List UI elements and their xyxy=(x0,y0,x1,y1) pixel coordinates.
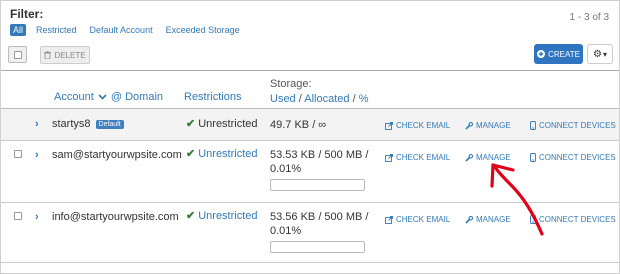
wrench-icon xyxy=(465,121,473,130)
checkbox-box xyxy=(14,51,22,59)
connect-devices-label: CONNECT DEVICES xyxy=(539,153,616,162)
filter-chip-restricted[interactable]: Restricted xyxy=(36,25,77,35)
wrench-icon xyxy=(465,215,473,224)
manage-label: MANAGE xyxy=(476,153,511,162)
filter-chip-all[interactable]: All xyxy=(10,24,27,36)
sort-desc-icon[interactable] xyxy=(98,94,107,100)
account-domain-header: Account @ Domain xyxy=(54,91,163,103)
table-row: › sam@startyourwpsite.com ✔ Unrestricted … xyxy=(1,141,619,203)
row-checkbox[interactable] xyxy=(14,212,22,220)
connect-devices-link[interactable]: CONNECT DEVICES xyxy=(530,153,616,162)
account-name: sam@startyourwpsite.com xyxy=(52,149,182,161)
storage-separator: / xyxy=(298,93,302,105)
manage-link[interactable]: MANAGE xyxy=(465,215,511,224)
trash-icon xyxy=(44,51,52,59)
storage-header: Storage: Used / Allocated / % xyxy=(270,77,369,107)
chevron-right-icon[interactable]: › xyxy=(35,118,39,130)
filter-chip-default-account[interactable]: Default Account xyxy=(90,25,153,35)
delete-button[interactable]: DELETE xyxy=(40,46,90,64)
account-name: startys8 Default xyxy=(52,118,124,130)
table-header: Account @ Domain Restrictions Storage: U… xyxy=(1,71,619,109)
gear-icon: ⚙ xyxy=(593,48,602,60)
settings-dropdown-button[interactable]: ⚙ ▾ xyxy=(587,44,613,64)
check-email-link[interactable]: CHECK EMAIL xyxy=(385,215,450,224)
check-email-label: CHECK EMAIL xyxy=(396,215,451,224)
storage-usage: 53.53 KB / 500 MB / 0.01% xyxy=(270,148,368,191)
select-all-checkbox[interactable] xyxy=(8,46,27,63)
delete-label: DELETE xyxy=(54,50,86,60)
manage-label: MANAGE xyxy=(476,215,511,224)
chevron-down-icon: ▾ xyxy=(602,49,607,59)
connect-devices-label: CONNECT DEVICES xyxy=(539,121,616,130)
check-email-link[interactable]: CHECK EMAIL xyxy=(385,153,450,162)
sort-percent-link[interactable]: % xyxy=(359,93,369,105)
account-name: info@startyourwpsite.com xyxy=(52,211,179,223)
manage-label: MANAGE xyxy=(476,121,511,130)
create-label: CREATE xyxy=(548,49,580,59)
sort-used-link[interactable]: Used xyxy=(270,93,296,105)
paging-info: 1 - 3 of 3 xyxy=(569,12,609,23)
filter-chips: All Restricted Default Account Exceeded … xyxy=(10,24,253,36)
checkmark-icon: ✔ xyxy=(186,210,196,222)
restrictions-header[interactable]: Restrictions xyxy=(184,91,241,103)
check-email-link[interactable]: CHECK EMAIL xyxy=(385,121,450,130)
plus-circle-icon xyxy=(537,50,546,58)
account-name-text: startys8 xyxy=(52,118,91,130)
checkmark-icon: ✔ xyxy=(186,148,196,160)
storage-progress-bar xyxy=(270,241,365,253)
storage-percent-text: 0.01% xyxy=(270,163,302,175)
external-link-icon xyxy=(385,153,393,162)
storage-usage: 53.56 KB / 500 MB / 0.01% xyxy=(270,210,368,253)
storage-usage-text: 53.53 KB / 500 MB / xyxy=(270,149,369,161)
storage-usage-text: 53.56 KB / 500 MB / xyxy=(270,211,369,223)
checkmark-icon: ✔ xyxy=(186,118,196,130)
connect-devices-link[interactable]: CONNECT DEVICES xyxy=(530,121,616,130)
restriction-status[interactable]: ✔ Unrestricted xyxy=(186,147,258,160)
table-row: › info@startyourwpsite.com ✔ Unrestricted… xyxy=(1,203,619,263)
filter-title: Filter: xyxy=(10,7,44,21)
chevron-right-icon[interactable]: › xyxy=(35,149,39,161)
restriction-status: ✔ Unrestricted xyxy=(186,118,258,130)
check-email-label: CHECK EMAIL xyxy=(396,153,451,162)
storage-header-title: Storage: xyxy=(270,78,312,90)
domain-sort-link[interactable]: @ Domain xyxy=(111,91,163,103)
storage-progress-bar xyxy=(270,179,365,191)
external-link-icon xyxy=(385,215,393,224)
toolbar: DELETE CREATE ⚙ ▾ xyxy=(1,43,619,71)
mobile-icon xyxy=(530,121,536,130)
storage-percent-text: 0.01% xyxy=(270,225,302,237)
check-email-label: CHECK EMAIL xyxy=(396,121,451,130)
connect-devices-link[interactable]: CONNECT DEVICES xyxy=(530,215,616,224)
wrench-icon xyxy=(465,153,473,162)
restriction-status[interactable]: ✔ Unrestricted xyxy=(186,209,258,222)
account-sort-link[interactable]: Account xyxy=(54,91,94,103)
sort-allocated-link[interactable]: Allocated xyxy=(304,93,349,105)
storage-separator: / xyxy=(352,93,356,105)
storage-usage-text: 49.7 KB / ∞ xyxy=(270,119,327,131)
manage-link[interactable]: MANAGE xyxy=(465,153,511,162)
external-link-icon xyxy=(385,121,393,130)
manage-link[interactable]: MANAGE xyxy=(465,121,511,130)
connect-devices-label: CONNECT DEVICES xyxy=(539,215,616,224)
table-row: › startys8 Default ✔ Unrestricted 49.7 KB … xyxy=(1,109,619,141)
mobile-icon xyxy=(530,153,536,162)
chevron-right-icon[interactable]: › xyxy=(35,211,39,223)
storage-usage: 49.7 KB / ∞ xyxy=(270,118,326,132)
mobile-icon xyxy=(530,215,536,224)
filter-chip-exceeded-storage[interactable]: Exceeded Storage xyxy=(166,25,240,35)
email-accounts-panel: Filter: 1 - 3 of 3 All Restricted Defaul… xyxy=(0,0,620,274)
default-badge: Default xyxy=(95,120,124,129)
row-checkbox[interactable] xyxy=(14,150,22,158)
create-button[interactable]: CREATE xyxy=(534,44,583,64)
